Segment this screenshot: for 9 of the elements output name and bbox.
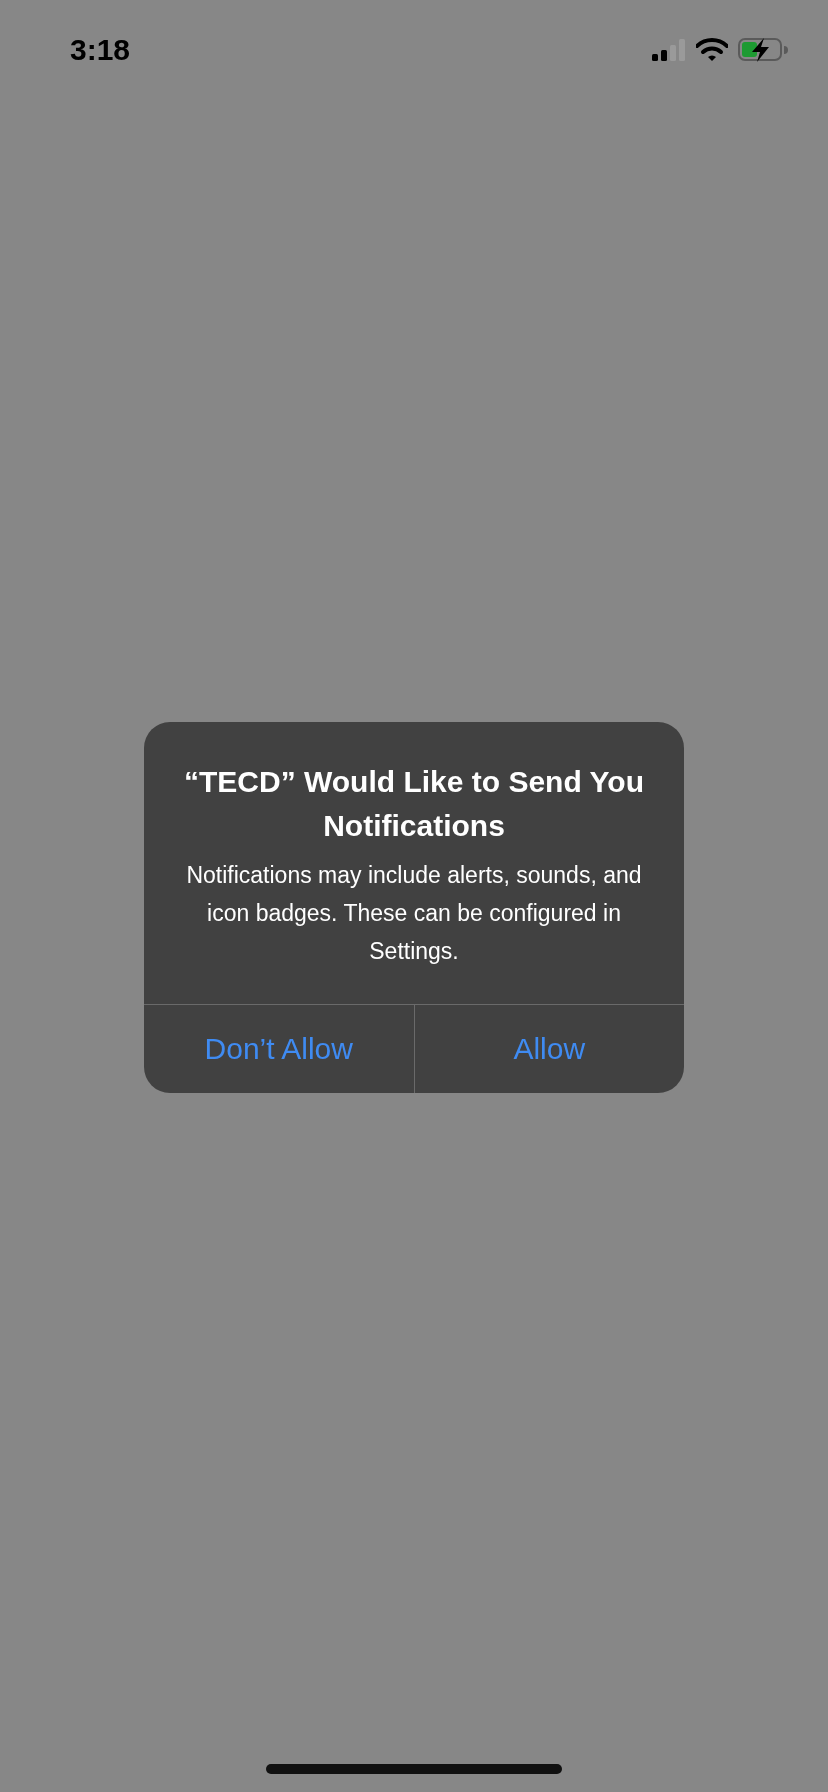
alert-title: “TECD” Would Like to Send You Notifications [183,764,645,844]
alert-button[interactable]: Allow [413,1005,684,1093]
battery-charging-icon [738,37,788,63]
status-time: 3:18 [70,33,131,67]
alert-button[interactable]: Don’t Allow [144,1005,414,1093]
home-indicator[interactable] [266,1764,562,1774]
signal-icon [652,38,686,62]
alert-message: Notifications may include alerts, sounds, and icon badges. These can be configured in Settings. [185,861,643,966]
wifi-icon [696,38,728,62]
